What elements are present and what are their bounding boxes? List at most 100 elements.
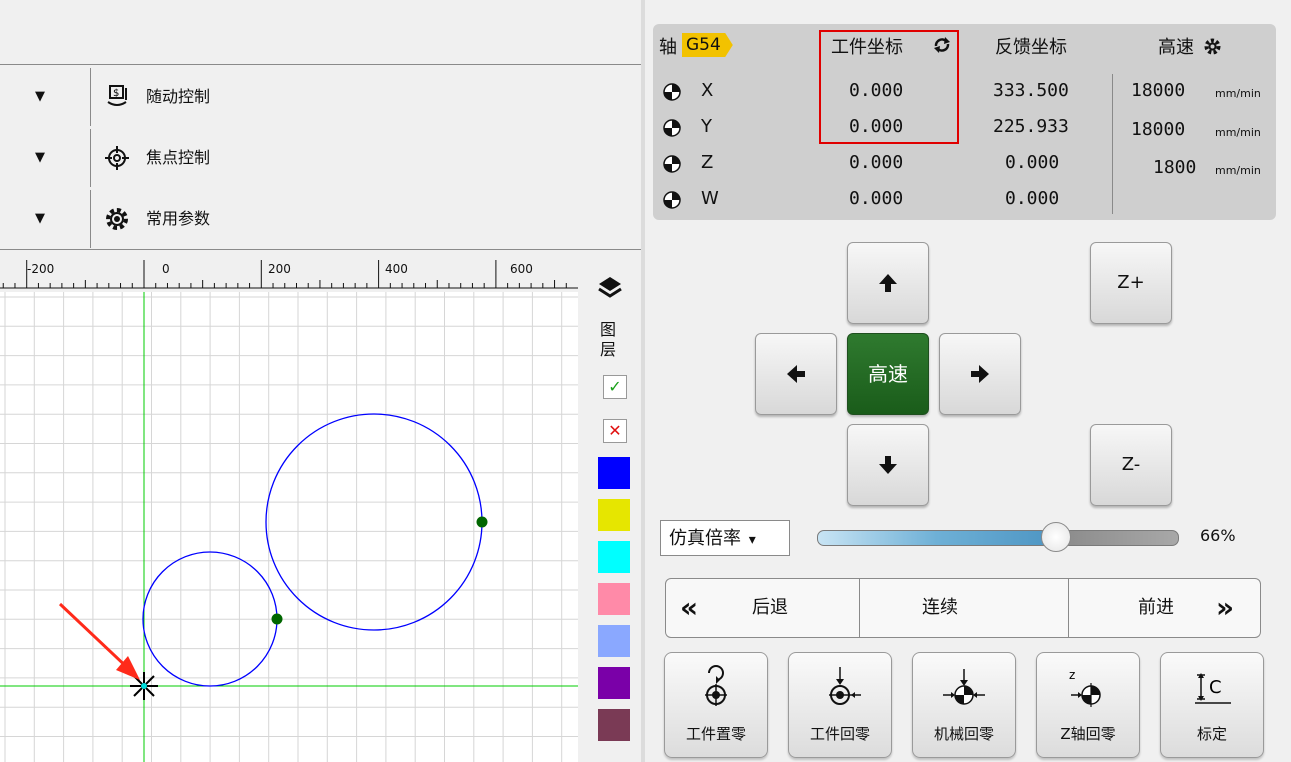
jog-speed-button[interactable]: 高速 [847, 333, 929, 415]
toolbar-area [0, 0, 641, 65]
common-params-label[interactable]: 常用参数 [146, 190, 210, 248]
follow-control-icon: $ [107, 85, 127, 106]
annotation-arrow [58, 602, 140, 680]
speed-unit: mm/min [1215, 87, 1261, 100]
ruler-label: -200 [27, 262, 55, 276]
work-coord-value: 0.000 [849, 152, 904, 173]
ruler-label: 600 [510, 262, 533, 276]
axis-status-icon [663, 119, 681, 137]
layer-color-swatch[interactable] [598, 499, 630, 531]
workpiece-return-icon [829, 667, 861, 705]
layer-color-swatch[interactable] [598, 457, 630, 489]
ruler-label: 400 [385, 262, 408, 276]
layer-color-swatch[interactable] [598, 583, 630, 615]
workpiece-return-label: 工件回零 [809, 725, 870, 743]
follow-control-label[interactable]: 随动控制 [146, 68, 210, 126]
layers-title: 层 [600, 340, 617, 359]
axis-header: 轴 [659, 37, 677, 58]
layer-color-swatch[interactable] [598, 709, 630, 741]
jog-down-button[interactable] [847, 424, 929, 506]
z-axis-return-label: Z轴回零 [1060, 725, 1116, 743]
coordinate-display: 轴 G54 工件坐标 反馈坐标 高速 X 0.000 333.500 18000… [653, 24, 1276, 220]
layer-panel: 图 层 ✓ ✕ [578, 250, 641, 762]
step-continuous-button[interactable]: 连续 [922, 579, 958, 637]
gear-icon [106, 208, 128, 230]
axis-label: Y [701, 116, 712, 137]
arrow-right-icon [971, 365, 989, 383]
arrow-down-icon [879, 456, 897, 474]
drawing-canvas[interactable] [0, 292, 578, 762]
speed-unit: mm/min [1215, 126, 1261, 139]
drawing-panel: ▼ $ 随动控制 ▼ 焦点控制 ▼ 常用参数 -200 0 200 400 60… [0, 0, 641, 762]
machine-return-icon [943, 669, 985, 705]
chevron-down-icon[interactable]: ▼ [30, 190, 50, 248]
jog-up-button[interactable] [847, 242, 929, 324]
feedback-coord-header: 反馈坐标 [995, 37, 1067, 58]
calibrate-label: 标定 [1196, 725, 1227, 743]
sim-rate-value: 66% [1200, 526, 1236, 545]
svg-text:$: $ [113, 88, 119, 99]
speed-value: 18000 [1131, 80, 1186, 101]
step-forward-button[interactable]: 前进 [1138, 579, 1174, 637]
sim-rate-label: 仿真倍率 [669, 528, 741, 549]
chevron-down-icon: ▾ [748, 532, 756, 548]
follow-control-row[interactable]: ▼ $ 随动控制 [0, 68, 641, 126]
ruler-label: 0 [162, 262, 170, 276]
show-all-checkbox[interactable]: ✓ [603, 375, 627, 399]
jog-left-button[interactable] [755, 333, 837, 415]
start-point-marker [271, 613, 283, 625]
step-back-button[interactable]: 后退 [752, 579, 788, 637]
axis-status-icon [663, 191, 681, 209]
sim-rate-slider[interactable] [817, 530, 1179, 546]
highlight-box [819, 30, 959, 144]
speed-header: 高速 [1158, 37, 1194, 58]
divider [859, 579, 860, 637]
step-back-icon[interactable]: « [680, 579, 698, 637]
focus-control-row[interactable]: ▼ 焦点控制 [0, 129, 641, 187]
step-forward-icon[interactable]: » [1216, 579, 1234, 637]
jog-z-plus-button[interactable]: Z+ [1090, 242, 1172, 324]
feedback-coord-value: 225.933 [993, 116, 1069, 137]
workpiece-zero-icon [705, 665, 727, 706]
feedback-coord-value: 0.000 [1005, 152, 1060, 173]
axis-status-icon [663, 83, 681, 101]
feedback-coord-value: 333.500 [993, 80, 1069, 101]
divider [1112, 74, 1113, 214]
start-point-marker [476, 516, 488, 528]
divider [90, 68, 91, 126]
layer-color-swatch[interactable] [598, 625, 630, 657]
coord-system-badge[interactable]: G54 [682, 33, 733, 57]
z-axis-return-icon: z [1069, 668, 1101, 707]
z-axis-return-button[interactable]: z Z轴回零 [1036, 652, 1140, 758]
canvas-svg[interactable] [0, 292, 578, 762]
layer-color-swatch[interactable] [598, 541, 630, 573]
slider-handle[interactable] [1041, 522, 1071, 552]
focus-target-icon [105, 146, 129, 170]
focus-control-label[interactable]: 焦点控制 [146, 129, 210, 187]
chevron-down-icon[interactable]: ▼ [30, 129, 50, 187]
workpiece-zero-label: 工件置零 [685, 725, 746, 743]
jog-right-button[interactable] [939, 333, 1021, 415]
machine-return-button[interactable]: 机械回零 [912, 652, 1016, 758]
axis-label: W [701, 188, 719, 209]
speed-value: 18000 [1131, 119, 1186, 140]
step-control: « 后退 连续 前进 » [665, 578, 1261, 638]
gear-icon[interactable] [1204, 38, 1221, 55]
z-letter: z [1069, 668, 1075, 682]
jog-z-minus-button[interactable]: Z- [1090, 424, 1172, 506]
chevron-down-icon[interactable]: ▼ [30, 68, 50, 126]
layers-icon[interactable] [597, 274, 623, 300]
common-params-row[interactable]: ▼ 常用参数 [0, 190, 641, 248]
divider [1068, 579, 1069, 637]
calibrate-button[interactable]: C 标定 [1160, 652, 1264, 758]
sim-rate-dropdown[interactable]: 仿真倍率 ▾ [660, 520, 790, 556]
hide-all-checkbox[interactable]: ✕ [603, 419, 627, 443]
workpiece-zero-button[interactable]: 工件置零 [664, 652, 768, 758]
calibrate-icon: C [1195, 673, 1231, 704]
divider [90, 190, 91, 248]
divider [90, 129, 91, 187]
axis-label: X [701, 80, 714, 101]
layer-color-swatch[interactable] [598, 667, 630, 699]
workpiece-return-button[interactable]: 工件回零 [788, 652, 892, 758]
horizontal-ruler: -200 0 200 400 600 [0, 250, 578, 292]
